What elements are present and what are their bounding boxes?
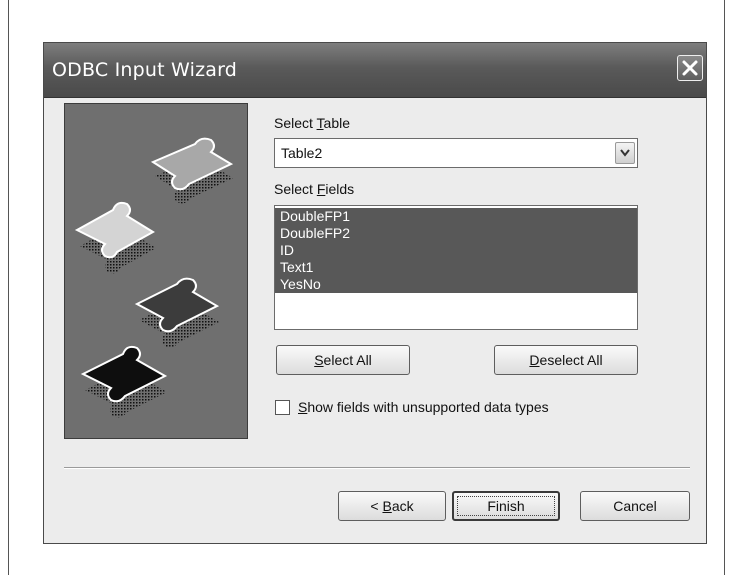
- list-item[interactable]: ID: [275, 242, 637, 259]
- select-all-button[interactable]: Select All: [276, 345, 410, 375]
- unsupported-types-checkbox[interactable]: [275, 400, 290, 415]
- unsupported-types-label[interactable]: Show fields with unsupported data types: [298, 399, 549, 415]
- selected-table-value: Table2: [281, 145, 323, 161]
- page-frame-left: [8, 0, 9, 575]
- page-frame-right: [724, 0, 725, 575]
- select-table-label: Select Table: [274, 115, 351, 131]
- wizard-puzzle-image: [64, 103, 248, 439]
- list-item[interactable]: YesNo: [275, 276, 637, 293]
- list-item[interactable]: DoubleFP1: [275, 208, 637, 225]
- puzzle-piece-icon: [150, 137, 234, 204]
- close-icon: [682, 60, 698, 76]
- back-button[interactable]: < Back: [338, 491, 446, 521]
- select-fields-label: Select Fields: [274, 181, 355, 197]
- focus-rect: [457, 496, 555, 516]
- finish-button[interactable]: Finish: [452, 491, 560, 521]
- puzzle-piece-icon: [134, 277, 220, 348]
- chevron-down-icon: [620, 149, 630, 157]
- title-bar: ODBC Input Wizard: [44, 43, 706, 98]
- list-item[interactable]: DoubleFP2: [275, 225, 637, 242]
- table-select-dropdown[interactable]: Table2: [274, 138, 638, 168]
- puzzle-piece-icon: [74, 201, 156, 274]
- deselect-all-button[interactable]: Deselect All: [494, 345, 638, 375]
- odbc-input-wizard-dialog: ODBC Input Wizard Select Table Table2 Se…: [43, 42, 707, 544]
- separator: [64, 467, 690, 469]
- dropdown-button[interactable]: [615, 142, 635, 164]
- puzzle-piece-icon: [80, 345, 168, 418]
- cancel-button[interactable]: Cancel: [580, 491, 690, 521]
- fields-listbox[interactable]: DoubleFP1 DoubleFP2 ID Text1 YesNo: [274, 205, 638, 330]
- dialog-title: ODBC Input Wizard: [52, 59, 238, 81]
- close-button[interactable]: [677, 55, 703, 81]
- list-item[interactable]: Text1: [275, 259, 637, 276]
